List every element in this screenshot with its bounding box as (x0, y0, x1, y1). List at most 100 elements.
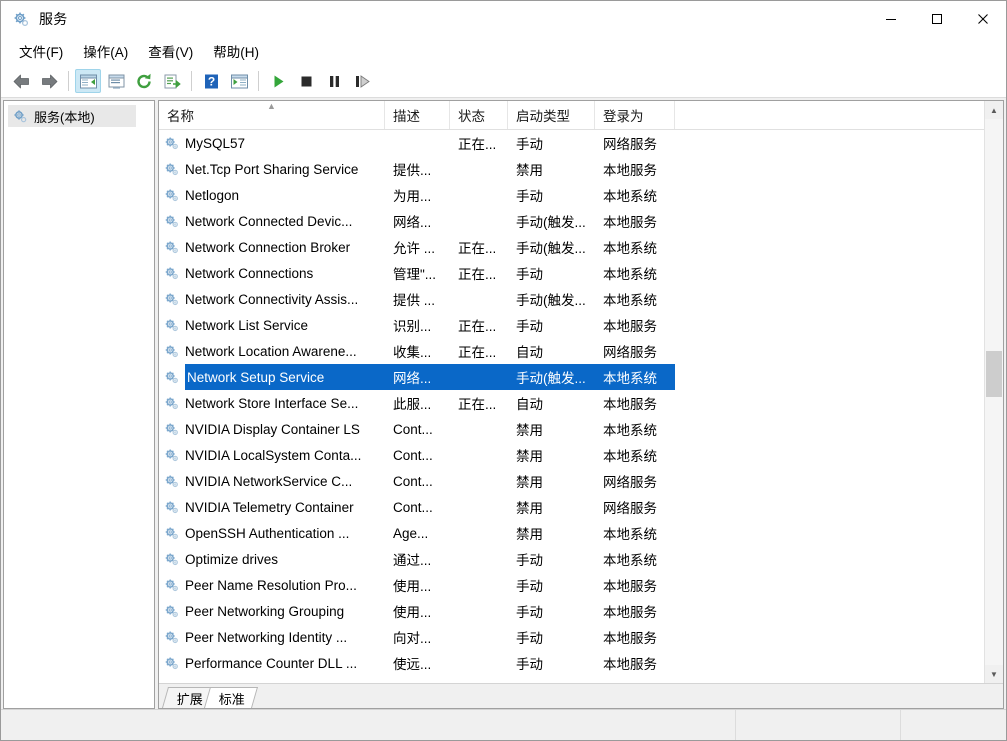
export-list-icon[interactable] (159, 69, 185, 93)
table-row[interactable]: Network Connectivity Assis... 提供 ... 手动(触发… (159, 286, 984, 312)
cell-name: Network List Service (159, 312, 385, 338)
scrollbar-thumb[interactable] (986, 351, 1002, 397)
service-name: Net.Tcp Port Sharing Service (185, 161, 359, 177)
back-icon[interactable] (8, 69, 34, 93)
cell-name: Network Connectivity Assis... (159, 286, 385, 312)
cell-description: 识别... (393, 319, 432, 334)
cell-description: 管理"... (393, 267, 437, 282)
cell-name: NVIDIA NetworkService C... (159, 468, 385, 494)
column-header-log-on-as[interactable]: 登录为 (595, 101, 675, 129)
service-name: Network Connected Devic... (185, 213, 353, 229)
table-row[interactable]: Network Connections 管理"... 正在... 手动 本地系统 (159, 260, 984, 286)
service-gear-icon (163, 395, 181, 411)
maximize-button[interactable] (914, 1, 960, 37)
cell-description: Cont... (393, 473, 433, 489)
table-row[interactable]: Netlogon 为用... 手动 本地系统 (159, 182, 984, 208)
cell-startup-type: 禁用 (516, 475, 543, 490)
cell-description: 为用... (393, 189, 432, 204)
cell-startup-type: 手动 (516, 319, 543, 334)
table-row[interactable]: Peer Name Resolution Pro... 使用... 手动 本地服务 (159, 572, 984, 598)
table-row[interactable]: Network Location Awarene... 收集... 正在... 自动 网… (159, 338, 984, 364)
column-header-name-label: 名称 (167, 109, 194, 124)
services-window: 服务 文件(F) 操作(A) 查看(V) 帮助(H) ? 服务(本地) 名称 ▲… (0, 0, 1007, 741)
cell-startup-type: 手动(触发... (516, 241, 586, 256)
cell-log-on-as: 本地系统 (603, 423, 657, 438)
service-gear-icon (163, 499, 181, 515)
show-hide-console-tree-icon[interactable] (75, 69, 101, 93)
cell-status (450, 364, 508, 390)
cell-status (450, 468, 508, 494)
tab-standard[interactable]: 标准 (204, 687, 259, 708)
minimize-button[interactable] (868, 1, 914, 37)
cell-log-on-as: 本地服务 (603, 163, 657, 178)
table-row[interactable]: Network Store Interface Se... 此服... 正在... 自… (159, 390, 984, 416)
service-gear-icon (163, 135, 181, 151)
cell-name: Optimize drives (159, 546, 385, 572)
table-row[interactable]: MySQL57 正在... 手动 网络服务 (159, 130, 984, 156)
table-row[interactable]: Optimize drives 通过... 手动 本地系统 (159, 546, 984, 572)
cell-startup-type: 手动 (516, 137, 543, 152)
pause-service-icon[interactable] (321, 69, 347, 93)
cell-description: 收集... (393, 345, 432, 360)
service-name: Network Setup Service (185, 364, 385, 390)
service-gear-icon (163, 603, 181, 619)
cell-description: 使用... (393, 605, 432, 620)
cell-name: Performance Counter DLL ... (159, 650, 385, 676)
table-row[interactable]: Network Connected Devic... 网络... 手动(触发... 本… (159, 208, 984, 234)
table-row[interactable]: OpenSSH Authentication ... Age... 禁用 本地系统 (159, 520, 984, 546)
forward-icon[interactable] (36, 69, 62, 93)
cell-status (450, 598, 508, 624)
help-icon[interactable]: ? (198, 69, 224, 93)
service-name: NVIDIA NetworkService C... (185, 473, 353, 489)
sidebar-item-services-local[interactable]: 服务(本地) (8, 105, 136, 127)
list-view-main: 名称 ▲ 描述 状态 启动类型 登录为 MySQL57 正在... 手动 网络服… (159, 101, 984, 683)
svg-text:?: ? (207, 74, 214, 88)
menu-view[interactable]: 查看(V) (138, 38, 203, 64)
table-row[interactable]: Peer Networking Grouping 使用... 手动 本地服务 (159, 598, 984, 624)
menu-help[interactable]: 帮助(H) (203, 38, 269, 64)
cell-startup-type: 手动(触发... (516, 293, 586, 308)
service-gear-icon (163, 447, 181, 463)
table-row[interactable]: Network Connection Broker 允许 ... 正在... 手动(触… (159, 234, 984, 260)
show-hide-action-pane-icon[interactable] (226, 69, 252, 93)
scroll-down-icon[interactable]: ▼ (985, 665, 1003, 683)
status-segment-main (1, 710, 736, 740)
table-row[interactable]: NVIDIA NetworkService C... Cont... 禁用 网络服务 (159, 468, 984, 494)
column-header-name[interactable]: 名称 ▲ (159, 101, 385, 129)
menu-file[interactable]: 文件(F) (9, 38, 73, 64)
table-row[interactable]: NVIDIA Display Container LS Cont... 禁用 本地系统 (159, 416, 984, 442)
table-row[interactable]: Peer Networking Identity ... 向对... 手动 本地服务 (159, 624, 984, 650)
table-row[interactable]: Net.Tcp Port Sharing Service 提供... 禁用 本地服务 (159, 156, 984, 182)
table-row[interactable]: Network Setup Service 网络... 手动(触发... 本地系统 (159, 364, 984, 390)
title-bar: 服务 (1, 1, 1006, 37)
close-button[interactable] (960, 1, 1006, 37)
column-header-status[interactable]: 状态 (450, 101, 508, 129)
menu-action[interactable]: 操作(A) (73, 38, 138, 64)
cell-status (450, 546, 508, 572)
service-gear-icon (163, 369, 181, 385)
table-row[interactable]: NVIDIA Telemetry Container Cont... 禁用 网络服务 (159, 494, 984, 520)
properties-icon[interactable] (103, 69, 129, 93)
service-name: Netlogon (185, 187, 240, 203)
cell-name: Netlogon (159, 182, 385, 208)
cell-startup-type: 手动 (516, 189, 543, 204)
stop-service-icon[interactable] (293, 69, 319, 93)
vertical-scrollbar[interactable]: ▲ ▼ (984, 101, 1003, 683)
cell-name: Peer Name Resolution Pro... (159, 572, 385, 598)
cell-startup-type: 手动 (516, 579, 543, 594)
service-gear-icon (163, 473, 181, 489)
start-service-icon[interactable] (265, 69, 291, 93)
cell-status (450, 442, 508, 468)
scroll-up-icon[interactable]: ▲ (985, 101, 1003, 119)
table-row[interactable]: NVIDIA LocalSystem Conta... Cont... 禁用 本地系统 (159, 442, 984, 468)
refresh-icon[interactable] (131, 69, 157, 93)
column-header-startup-type[interactable]: 启动类型 (508, 101, 595, 129)
table-row[interactable]: Network List Service 识别... 正在... 手动 本地服务 (159, 312, 984, 338)
service-name: Peer Name Resolution Pro... (185, 577, 357, 593)
cell-description: 使用... (393, 579, 432, 594)
scrollbar-track[interactable] (985, 119, 1003, 665)
column-header-description[interactable]: 描述 (385, 101, 450, 129)
cell-startup-type: 手动 (516, 631, 543, 646)
restart-service-icon[interactable] (349, 69, 375, 93)
table-row[interactable]: Performance Counter DLL ... 使远... 手动 本地服务 (159, 650, 984, 676)
